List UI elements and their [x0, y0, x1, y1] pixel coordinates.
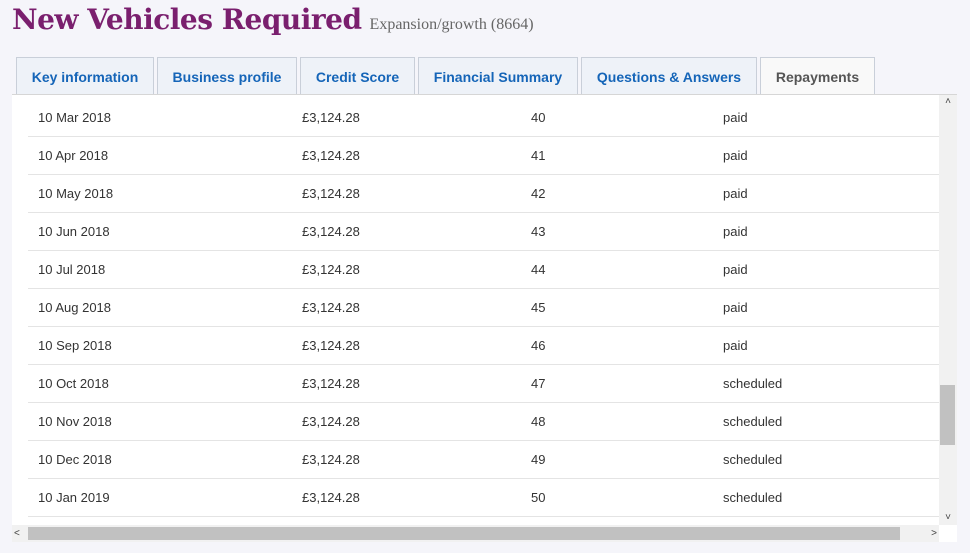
scroll-right-icon[interactable]: ˃ [931, 525, 937, 542]
repayment-date: 10 Jul 2018 [38, 262, 106, 277]
tab-credit-score[interactable]: Credit Score [300, 57, 415, 95]
repayment-number: 43 [531, 224, 546, 239]
horizontal-scroll-thumb[interactable] [28, 527, 900, 540]
repayment-number: 50 [531, 490, 546, 505]
repayment-status: paid [723, 262, 748, 277]
repayment-date: 10 Aug 2018 [38, 300, 112, 315]
vertical-scrollbar[interactable]: ˄ ˅ [939, 95, 957, 525]
repayment-status: paid [723, 338, 748, 353]
page-title: New Vehicles Required [12, 3, 362, 36]
repayment-status: scheduled [723, 376, 783, 391]
repayment-status: paid [723, 224, 748, 239]
repayment-status: scheduled [723, 452, 783, 467]
table-row: 10 Sep 2018 £3,124.28 46 paid [28, 327, 939, 365]
table-row: 10 Jul 2018 £3,124.28 44 paid [28, 251, 939, 289]
table-row: 10 Nov 2018 £3,124.28 48 scheduled [28, 403, 939, 441]
repayment-number: 42 [531, 186, 546, 201]
tab-business-profile[interactable]: Business profile [157, 57, 297, 95]
repayment-date: 10 Apr 2018 [38, 148, 109, 163]
repayment-date: 10 Mar 2018 [38, 110, 111, 125]
tab-bar: Key information Business profile Credit … [16, 57, 878, 95]
tab-financial-summary[interactable]: Financial Summary [418, 57, 578, 95]
vertical-scroll-thumb[interactable] [940, 385, 955, 445]
table-row: 10 Oct 2018 £3,124.28 47 scheduled [28, 365, 939, 403]
table-row: 10 May 2018 £3,124.28 42 paid [28, 175, 939, 213]
repayment-date: 10 Nov 2018 [38, 414, 112, 429]
repayment-date: 10 Sep 2018 [38, 338, 112, 353]
repayment-date: 10 Jan 2019 [38, 490, 110, 505]
repayment-amount: £3,124.28 [302, 338, 360, 353]
repayment-date: 10 Dec 2018 [38, 452, 112, 467]
repayment-amount: £3,124.28 [302, 186, 360, 201]
table-row: 10 Dec 2018 £3,124.28 49 scheduled [28, 441, 939, 479]
repayment-amount: £3,124.28 [302, 262, 360, 277]
repayment-number: 46 [531, 338, 546, 353]
repayment-status: paid [723, 300, 748, 315]
repayment-status: paid [723, 186, 748, 201]
repayments-panel: 10 Mar 2018 £3,124.28 40 paid 10 Apr 201… [12, 94, 957, 542]
page-subtitle: Expansion/growth (8664) [369, 16, 534, 33]
tab-key-information[interactable]: Key information [16, 57, 154, 95]
repayment-number: 47 [531, 376, 546, 391]
repayment-number: 45 [531, 300, 546, 315]
repayment-amount: £3,124.28 [302, 452, 360, 467]
scroll-left-icon[interactable]: ˂ [14, 525, 20, 542]
horizontal-scrollbar[interactable]: ˂ ˃ [12, 525, 939, 542]
repayment-date: 10 Oct 2018 [38, 376, 109, 391]
tab-questions-answers[interactable]: Questions & Answers [581, 57, 757, 95]
table-row: 10 Jun 2018 £3,124.28 43 paid [28, 213, 939, 251]
repayment-amount: £3,124.28 [302, 110, 360, 125]
repayment-number: 49 [531, 452, 546, 467]
repayment-amount: £3,124.28 [302, 148, 360, 163]
table-row: 10 Apr 2018 £3,124.28 41 paid [28, 137, 939, 175]
repayment-amount: £3,124.28 [302, 414, 360, 429]
page-header: New Vehicles Required Expansion/growth (… [12, 0, 534, 44]
repayments-table: 10 Mar 2018 £3,124.28 40 paid 10 Apr 201… [28, 99, 939, 517]
repayment-number: 41 [531, 148, 546, 163]
tab-repayments[interactable]: Repayments [760, 57, 875, 95]
repayment-date: 10 May 2018 [38, 186, 114, 201]
repayment-amount: £3,124.28 [302, 490, 360, 505]
table-row: 10 Aug 2018 £3,124.28 45 paid [28, 289, 939, 327]
table-row: 10 Jan 2019 £3,124.28 50 scheduled [28, 479, 939, 517]
repayment-date: 10 Jun 2018 [38, 224, 110, 239]
repayment-amount: £3,124.28 [302, 376, 360, 391]
repayment-status: paid [723, 110, 748, 125]
repayment-amount: £3,124.28 [302, 224, 360, 239]
repayment-status: scheduled [723, 414, 783, 429]
repayment-amount: £3,124.28 [302, 300, 360, 315]
repayment-status: scheduled [723, 490, 783, 505]
repayment-number: 40 [531, 110, 546, 125]
scroll-up-icon[interactable]: ˄ [939, 95, 957, 109]
table-row: 10 Mar 2018 £3,124.28 40 paid [28, 99, 939, 137]
repayment-number: 48 [531, 414, 546, 429]
scroll-down-icon[interactable]: ˅ [939, 511, 957, 525]
repayment-status: paid [723, 148, 748, 163]
repayment-number: 44 [531, 262, 546, 277]
